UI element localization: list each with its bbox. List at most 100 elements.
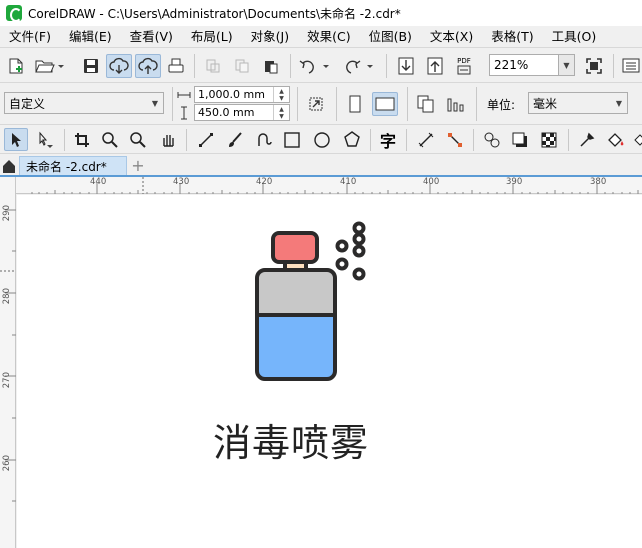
document-tab-label: 未命名 -2.cdr* — [26, 160, 107, 174]
artwork-caption[interactable]: 消毒喷雾 — [213, 412, 369, 467]
spray-droplet — [352, 221, 366, 235]
dimension-tool-icon[interactable] — [414, 128, 438, 151]
eyedropper-tool-icon[interactable] — [575, 128, 599, 151]
brush-tool-icon[interactable] — [223, 128, 247, 151]
page-width-value: 1,000.0 mm — [198, 88, 265, 101]
line-tool-icon[interactable] — [194, 128, 218, 151]
new-document-icon[interactable] — [5, 55, 27, 77]
menu-view[interactable]: 查看(V) — [121, 26, 182, 48]
bottle-body — [255, 268, 337, 317]
drawing-canvas[interactable] — [17, 195, 642, 548]
page-height-value: 450.0 mm — [198, 106, 255, 119]
spray-droplet — [352, 244, 366, 258]
chevron-down-icon[interactable]: ▼ — [558, 55, 574, 75]
copy-icon[interactable] — [231, 55, 253, 77]
ruler-tick-label: 410 — [340, 177, 357, 187]
document-tab[interactable]: 未命名 -2.cdr* — [19, 156, 127, 176]
export-icon[interactable] — [424, 55, 446, 77]
standard-toolbar: PDF 221% ▼ — [0, 48, 642, 83]
full-screen-icon[interactable] — [583, 55, 605, 77]
bottle-cap — [271, 231, 319, 264]
units-combo[interactable]: 毫米 ▼ — [528, 92, 628, 114]
cloud-download-icon[interactable] — [106, 54, 132, 78]
paste-icon[interactable] — [260, 55, 282, 77]
spray-bottle-artwork[interactable] — [17, 195, 642, 548]
menu-object[interactable]: 对象(J) — [242, 26, 298, 48]
menu-tools[interactable]: 工具(O) — [543, 26, 606, 48]
interactive-fill-tool-icon[interactable] — [604, 128, 628, 151]
menu-edit[interactable]: 编辑(E) — [60, 26, 121, 48]
spray-droplet — [352, 232, 366, 246]
cloud-upload-icon[interactable] — [135, 54, 161, 78]
units-value: 毫米 — [533, 96, 558, 111]
page-preset-value: 自定义 — [9, 96, 46, 111]
menu-bitmaps[interactable]: 位图(B) — [360, 26, 421, 48]
ruler-tick-label: 440 — [90, 177, 107, 187]
print-icon[interactable] — [165, 55, 187, 77]
rectangle-tool-icon[interactable] — [280, 128, 304, 151]
shape-tool-icon[interactable] — [34, 128, 58, 151]
polygon-tool-icon[interactable] — [340, 128, 364, 151]
pan-tool-icon[interactable] — [156, 128, 180, 151]
page-height-input[interactable]: 450.0 mm ▲ ▼ — [194, 104, 290, 121]
page-height-icon — [176, 104, 192, 122]
title-bar: CorelDRAW - C:\Users\Administrator\Docum… — [0, 0, 642, 26]
cut-icon[interactable] — [202, 55, 224, 77]
ruler-tick-label: 260 — [2, 455, 12, 472]
redo-icon[interactable] — [341, 55, 377, 77]
height-spinner[interactable]: ▲ ▼ — [273, 105, 289, 120]
ruler-tick-label: 390 — [506, 177, 523, 187]
import-icon[interactable] — [395, 55, 417, 77]
spray-droplet — [335, 257, 349, 271]
menu-bar: 文件(F) 编辑(E) 查看(V) 布局(L) 对象(J) 效果(C) 位图(B… — [0, 26, 642, 48]
undo-icon[interactable] — [297, 55, 333, 77]
landscape-icon[interactable] — [372, 92, 398, 116]
save-icon[interactable] — [80, 55, 102, 77]
chevron-down-icon[interactable]: ▼ — [147, 93, 163, 113]
curve-tool-icon[interactable] — [252, 128, 276, 151]
application-launcher-icon[interactable] — [620, 55, 642, 77]
page-width-input[interactable]: 1,000.0 mm ▲ ▼ — [194, 86, 290, 103]
ruler-tick-label: 400 — [423, 177, 440, 187]
add-tab-icon[interactable]: + — [130, 157, 146, 175]
page-preset-combo[interactable]: 自定义 ▼ — [4, 92, 164, 114]
menu-file[interactable]: 文件(F) — [0, 26, 60, 48]
connector-tool-icon[interactable] — [443, 128, 467, 151]
page-width-icon — [176, 86, 192, 104]
menu-effects[interactable]: 效果(C) — [298, 26, 359, 48]
zoom-tool-icon[interactable] — [98, 128, 122, 151]
width-spinner[interactable]: ▲ ▼ — [273, 87, 289, 102]
zoom-level-combo[interactable]: 221% ▼ — [489, 54, 575, 76]
blend-tool-icon[interactable] — [480, 128, 504, 151]
ruler-tick-label: 290 — [2, 205, 12, 222]
property-bar: 自定义 ▼ 1,000.0 mm ▲ ▼ 450.0 mm ▲ ▼ 单位: 毫米 ▼ — [0, 83, 642, 125]
smart-fill-icon[interactable] — [632, 128, 642, 151]
all-pages-icon[interactable] — [414, 93, 438, 115]
horizontal-ruler[interactable]: 440 430 420 410 400 390 380 — [16, 177, 642, 194]
window-title: CorelDRAW - C:\Users\Administrator\Docum… — [28, 6, 401, 21]
pdf-label: PDF — [457, 57, 471, 65]
text-tool-icon[interactable]: 字 — [376, 128, 400, 151]
publish-pdf-icon[interactable]: PDF — [453, 54, 475, 78]
pick-tool-icon[interactable] — [4, 128, 28, 151]
orientation-transform-icon[interactable] — [304, 93, 328, 115]
crop-tool-icon[interactable] — [70, 128, 94, 151]
menu-table[interactable]: 表格(T) — [482, 26, 542, 48]
toolbox: 字 — [0, 125, 642, 154]
ruler-tick-label: 280 — [2, 288, 12, 305]
chevron-down-icon[interactable]: ▼ — [611, 93, 627, 113]
portrait-icon[interactable] — [344, 93, 366, 115]
ellipse-tool-icon[interactable] — [310, 128, 334, 151]
open-folder-icon[interactable] — [33, 55, 65, 77]
transparency-tool-icon[interactable] — [537, 128, 561, 151]
current-page-icon[interactable] — [444, 93, 468, 115]
menu-layout[interactable]: 布局(L) — [182, 26, 242, 48]
vertical-ruler[interactable]: 290 280 270 260 — [0, 177, 16, 548]
ruler-tick-label: 270 — [2, 372, 12, 389]
home-icon[interactable] — [1, 157, 17, 175]
menu-text[interactable]: 文本(X) — [421, 26, 482, 48]
drop-shadow-tool-icon[interactable] — [508, 128, 532, 151]
ruler-tick-label: 420 — [256, 177, 273, 187]
spray-droplet — [352, 267, 366, 281]
zoom-out-icon[interactable] — [126, 128, 150, 151]
